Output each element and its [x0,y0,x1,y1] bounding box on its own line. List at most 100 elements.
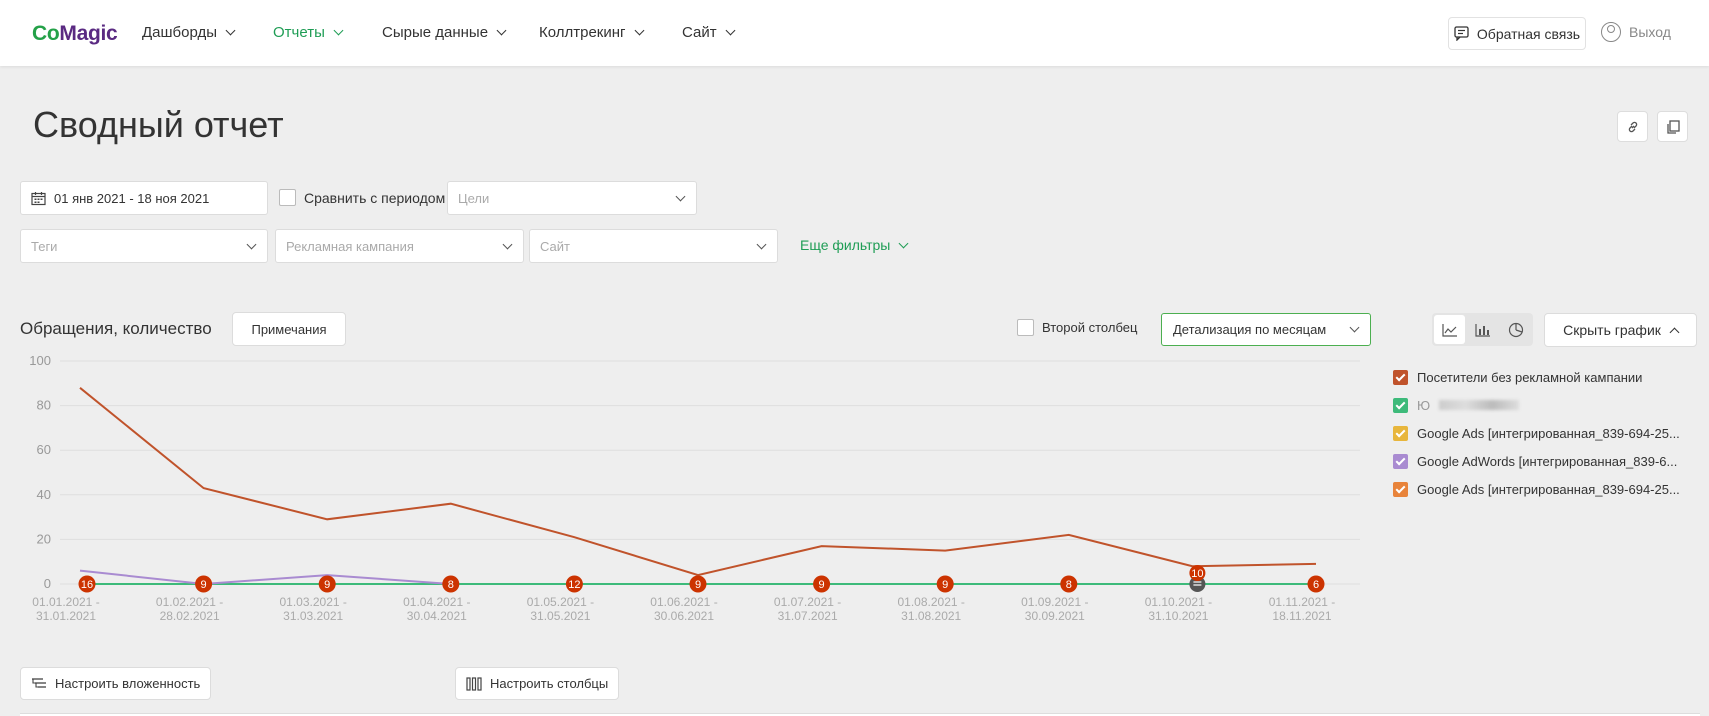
x-tick-label: 01.02.2021 - [156,595,223,609]
detail-value: Детализация по месяцам [1173,322,1327,337]
x-tick-label: 31.10.2021 [1148,609,1208,623]
top-navigation-bar: CoMagic Дашборды Отчеты Сырые данные Кол… [0,0,1709,66]
marker-label: 9 [942,579,948,591]
nesting-icon [32,677,46,688]
goals-placeholder: Цели [458,190,490,206]
data-marker: 8 [1060,575,1078,593]
x-tick-label: 01.06.2021 - [650,595,717,609]
hide-chart-button[interactable]: Скрыть график [1544,313,1697,347]
more-filters-link[interactable]: Еще фильтры [800,237,909,253]
legend-checkbox[interactable] [1393,453,1408,469]
legend-item[interactable]: Посетители без рекламной кампании [1393,363,1693,391]
bar-chart-toggle[interactable] [1467,315,1498,344]
logo-part-2: Magic [59,22,118,45]
tags-select[interactable]: Теги [20,229,268,263]
compare-checkbox-box[interactable] [279,189,296,206]
chevron-down-icon [756,239,767,250]
data-marker: 9 [318,575,336,593]
chevron-down-icon [634,25,644,36]
x-tick-label: 01.09.2021 - [1021,595,1088,609]
marker-label: 8 [448,579,454,591]
second-column-checkbox-box[interactable] [1017,319,1034,336]
legend-item[interactable]: Ю [1393,391,1693,419]
campaign-select[interactable]: Рекламная кампания [275,229,524,263]
x-tick-label: 28.02.2021 [160,609,220,623]
marker-label: 8 [1066,579,1072,591]
chevron-down-icon [1349,322,1360,333]
nav-site[interactable]: Сайт [682,24,736,41]
bar-chart-icon [1474,323,1490,337]
chevron-down-icon [225,25,236,36]
y-tick-label: 40 [37,487,51,502]
marker-label: 6 [1313,579,1319,591]
x-tick-label: 01.11.2021 - [1269,595,1336,609]
configure-nesting-button[interactable]: Настроить вложенность [20,667,212,700]
nav-reports-label: Отчеты [273,24,325,41]
nav-calltracking-label: Коллтрекинг [539,24,626,41]
second-column-checkbox[interactable]: Второй столбец [1017,319,1137,336]
marker-label: 10 [1191,568,1203,580]
legend-item[interactable]: Google Ads [интегрированная_839-694-25..… [1393,475,1693,503]
nav-calltracking[interactable]: Коллтрекинг [539,24,644,41]
legend-item[interactable]: Google Ads [интегрированная_839-694-25..… [1393,419,1693,447]
site-select[interactable]: Сайт [529,229,778,263]
hide-chart-label: Скрыть график [1563,322,1661,338]
x-tick-label: 31.08.2021 [901,609,961,623]
legend-label: Google Ads [интегрированная_839-694-25..… [1417,425,1680,441]
data-marker: 16 [78,575,96,593]
goals-select[interactable]: Цели [447,181,697,215]
data-marker: 12 [565,575,583,593]
copy-link-button[interactable] [1617,111,1648,142]
legend-label: Google Ads [интегрированная_839-694-25..… [1417,481,1680,497]
nav-dashboards-label: Дашборды [142,24,217,41]
y-tick-label: 20 [37,531,51,546]
compare-period-checkbox[interactable]: Сравнить с периодом [279,189,445,206]
line-chart-toggle[interactable] [1434,315,1465,344]
x-tick-label: 31.03.2021 [283,609,343,623]
nav-raw-data[interactable]: Сырые данные [382,24,507,41]
line-chart: 0 20 40 60 80 100 01.01.2021 -31.01.2021 01.02.… [29,353,1360,623]
notes-button[interactable]: Примечания [232,312,346,346]
message-icon [1454,26,1469,41]
feedback-button[interactable]: Обратная связь [1448,17,1586,50]
chevron-down-icon [246,239,257,250]
x-tick-label: 01.08.2021 - [898,595,965,609]
y-tick-label: 100 [29,353,51,368]
legend-checkbox[interactable] [1393,481,1408,497]
legend-checkbox[interactable] [1393,397,1408,413]
detail-select[interactable]: Детализация по месяцам [1161,313,1371,346]
pie-chart-toggle[interactable] [1500,315,1531,344]
legend-item[interactable]: Google AdWords [интегрированная_839-6... [1393,447,1693,475]
configure-nesting-label: Настроить вложенность [55,676,201,691]
date-range-picker[interactable]: 01 янв 2021 - 18 ноя 2021 [20,181,268,215]
y-tick-label: 0 [44,576,51,591]
legend-checkbox[interactable] [1393,425,1408,441]
x-tick-label: 01.05.2021 - [527,595,594,609]
campaign-placeholder: Рекламная кампания [286,238,414,254]
data-marker: 9 [813,575,831,593]
chevron-down-icon [675,191,686,202]
configure-columns-button[interactable]: Настроить столбцы [455,667,620,700]
logout-button[interactable]: Выход [1601,22,1671,42]
configure-columns-label: Настроить столбцы [490,676,609,691]
pie-chart-icon [1508,322,1523,337]
marker-label: 9 [201,579,207,591]
chart-type-switch [1432,313,1533,346]
series-line [79,569,451,586]
link-icon [1628,121,1637,132]
nav-site-label: Сайт [682,24,717,41]
x-tick-label: 31.01.2021 [36,609,96,623]
user-icon [1601,22,1621,42]
y-tick-label: 80 [37,398,51,413]
legend-checkbox[interactable] [1393,369,1408,385]
chevron-down-icon [333,25,344,36]
nav-dashboards[interactable]: Дашборды [142,24,236,41]
comagic-logo[interactable]: CoMagic [32,22,118,46]
data-marker: 6 [1307,575,1325,593]
logo-part-1: Co [32,22,60,45]
marker-label: 9 [819,579,825,591]
nav-reports[interactable]: Отчеты [273,24,344,41]
duplicate-report-button[interactable] [1657,111,1688,142]
nav-raw-data-label: Сырые данные [382,24,489,41]
x-tick-label: 01.03.2021 - [280,595,347,609]
